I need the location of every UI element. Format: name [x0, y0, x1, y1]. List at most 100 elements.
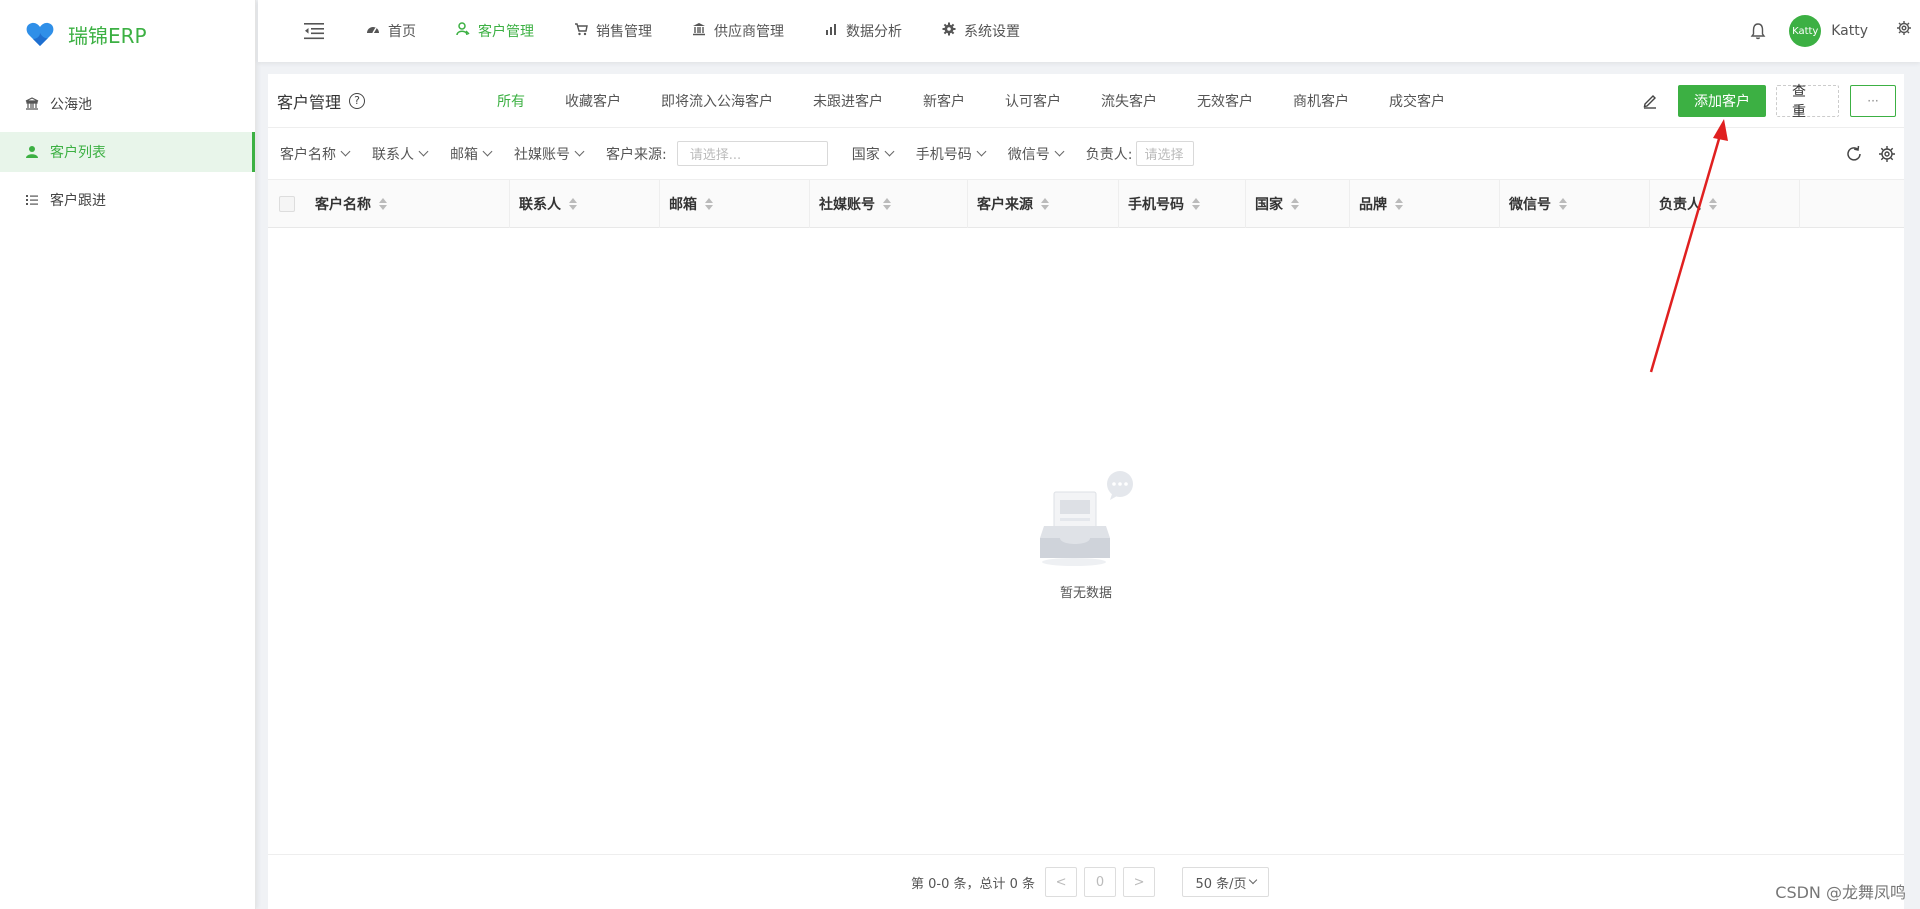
column-header-phone[interactable]: 手机号码 [1119, 180, 1246, 228]
topnav-data-analysis[interactable]: 数据分析 [824, 21, 902, 41]
dedupe-button[interactable]: 查重 [1776, 84, 1839, 120]
filter-phone[interactable]: 手机号码 [916, 144, 987, 164]
tab-soon-to-pool[interactable]: 即将流入公海客户 [661, 91, 773, 111]
select-all-checkbox[interactable] [279, 196, 295, 212]
topnav-system-settings[interactable]: 系统设置 [942, 21, 1020, 41]
page-number-button[interactable]: 0 [1084, 867, 1117, 897]
column-settings-icon[interactable] [1878, 145, 1896, 163]
filter-customer-name[interactable]: 客户名称 [280, 144, 351, 164]
filter-wechat[interactable]: 微信号 [1008, 144, 1065, 164]
add-customer-button[interactable]: 添加客户 [1678, 85, 1766, 117]
sort-icon[interactable] [883, 198, 891, 210]
column-label: 手机号码 [1128, 197, 1184, 213]
chevron-down-icon [340, 146, 351, 157]
sidebar: 瑞锦ERP 公海池 客户列表 客户跟进 [0, 0, 256, 909]
column-label: 联系人 [519, 197, 561, 213]
filter-label: 国家 [851, 146, 880, 163]
column-header-country[interactable]: 国家 [1246, 180, 1350, 228]
filter-email[interactable]: 邮箱 [450, 144, 493, 164]
list-icon [24, 192, 40, 208]
sort-icon[interactable] [1709, 198, 1717, 210]
column-header-social-account[interactable]: 社媒账号 [810, 180, 968, 228]
more-button[interactable]: ··· [1850, 85, 1896, 117]
tab-all[interactable]: 所有 [497, 91, 525, 111]
chevron-down-icon [884, 146, 895, 157]
avatar[interactable]: Katty [1789, 15, 1822, 47]
column-label: 客户来源 [977, 197, 1033, 213]
chevron-down-icon [418, 146, 429, 157]
tab-closed-deal[interactable]: 成交客户 [1389, 91, 1445, 111]
sidebar-menu: 公海池 客户列表 客户跟进 [0, 84, 255, 220]
topnav-customer-management[interactable]: 客户管理 [456, 21, 534, 41]
logo[interactable]: 瑞锦ERP [0, 0, 255, 68]
pagination-total: 第 0-0 条，总计 0 条 [910, 876, 1036, 892]
table-header: 客户名称 联系人 邮箱 社媒账号 客户来源 手机号码 国家 品牌 微信号 负责人 [268, 180, 1904, 228]
prev-page-button[interactable]: < [1045, 867, 1078, 897]
sort-icon[interactable] [1041, 198, 1049, 210]
bank-icon [24, 96, 40, 112]
topnav-label: 数据分析 [846, 24, 902, 40]
empty-state: 暂无数据 [268, 470, 1904, 601]
top-right-area: Katty Katty [1749, 0, 1920, 62]
filter-tools [1830, 145, 1896, 163]
bank-icon [692, 22, 706, 40]
column-header-contact[interactable]: 联系人 [510, 180, 660, 228]
chevron-down-icon [976, 146, 987, 157]
next-page-button[interactable]: > [1123, 867, 1156, 897]
sort-icon[interactable] [379, 198, 387, 210]
sort-icon[interactable] [1395, 198, 1403, 210]
column-label: 负责人 [1659, 197, 1701, 213]
chevron-down-icon [574, 146, 585, 157]
sort-icon[interactable] [1559, 198, 1567, 210]
content-panel: 客户管理 ? 所有 收藏客户 即将流入公海客户 未跟进客户 新客户 认可客户 流… [268, 74, 1904, 909]
tab-favorites[interactable]: 收藏客户 [565, 91, 621, 111]
customer-icon [456, 22, 470, 40]
dashboard-icon [366, 23, 380, 39]
chevron-down-icon [1054, 146, 1065, 157]
heart-logo-icon [26, 22, 54, 46]
column-label: 国家 [1255, 197, 1283, 213]
sidebar-item-customer-list[interactable]: 客户列表 [0, 132, 255, 172]
user-name[interactable]: Katty [1831, 23, 1868, 39]
refresh-icon[interactable] [1845, 145, 1863, 163]
sort-icon[interactable] [1192, 198, 1200, 210]
sidebar-item-public-pool[interactable]: 公海池 [0, 84, 255, 124]
settings-gear-icon[interactable] [1896, 20, 1912, 36]
topnav-supplier-management[interactable]: 供应商管理 [692, 21, 784, 41]
edit-icon[interactable] [1642, 93, 1658, 109]
page-size-select[interactable]: 50 条/页 [1182, 867, 1270, 897]
column-header-source[interactable]: 客户来源 [968, 180, 1119, 228]
empty-inbox-icon [1040, 471, 1133, 566]
owner-select[interactable]: 请选择 [1136, 141, 1195, 166]
top-bar: 首页 客户管理 销售管理 供应商管理 数据分析 系统设置 Katty Katty [258, 0, 1920, 62]
help-icon[interactable]: ? [349, 92, 366, 109]
chart-icon [824, 22, 838, 40]
filter-label: 社媒账号 [514, 146, 570, 163]
column-header-customer-name[interactable]: 客户名称 [306, 180, 510, 228]
tab-lost[interactable]: 流失客户 [1101, 91, 1157, 111]
source-select[interactable]: 请选择... [676, 141, 828, 166]
sort-icon[interactable] [569, 198, 577, 210]
sort-icon[interactable] [705, 198, 713, 210]
sidebar-item-label: 客户跟进 [50, 193, 106, 209]
topnav-sales-management[interactable]: 销售管理 [574, 21, 652, 41]
column-header-owner[interactable]: 负责人 [1650, 180, 1800, 228]
column-header-brand[interactable]: 品牌 [1350, 180, 1500, 228]
topnav-label: 首页 [388, 24, 416, 40]
sidebar-item-label: 公海池 [50, 97, 92, 113]
tab-new[interactable]: 新客户 [923, 91, 965, 111]
column-header-email[interactable]: 邮箱 [660, 180, 810, 228]
topnav-home[interactable]: 首页 [366, 21, 416, 41]
bell-icon[interactable] [1749, 22, 1767, 40]
tab-not-followed[interactable]: 未跟进客户 [813, 91, 883, 111]
menu-collapse-icon[interactable] [304, 22, 324, 40]
column-header-wechat[interactable]: 微信号 [1500, 180, 1650, 228]
sort-icon[interactable] [1291, 198, 1299, 210]
tab-invalid[interactable]: 无效客户 [1197, 91, 1253, 111]
filter-social-account[interactable]: 社媒账号 [514, 144, 585, 164]
filter-country[interactable]: 国家 [851, 144, 895, 164]
sidebar-item-customer-followup[interactable]: 客户跟进 [0, 180, 255, 220]
tab-approved[interactable]: 认可客户 [1005, 91, 1061, 111]
filter-contact[interactable]: 联系人 [372, 144, 429, 164]
tab-opportunity[interactable]: 商机客户 [1293, 91, 1349, 111]
